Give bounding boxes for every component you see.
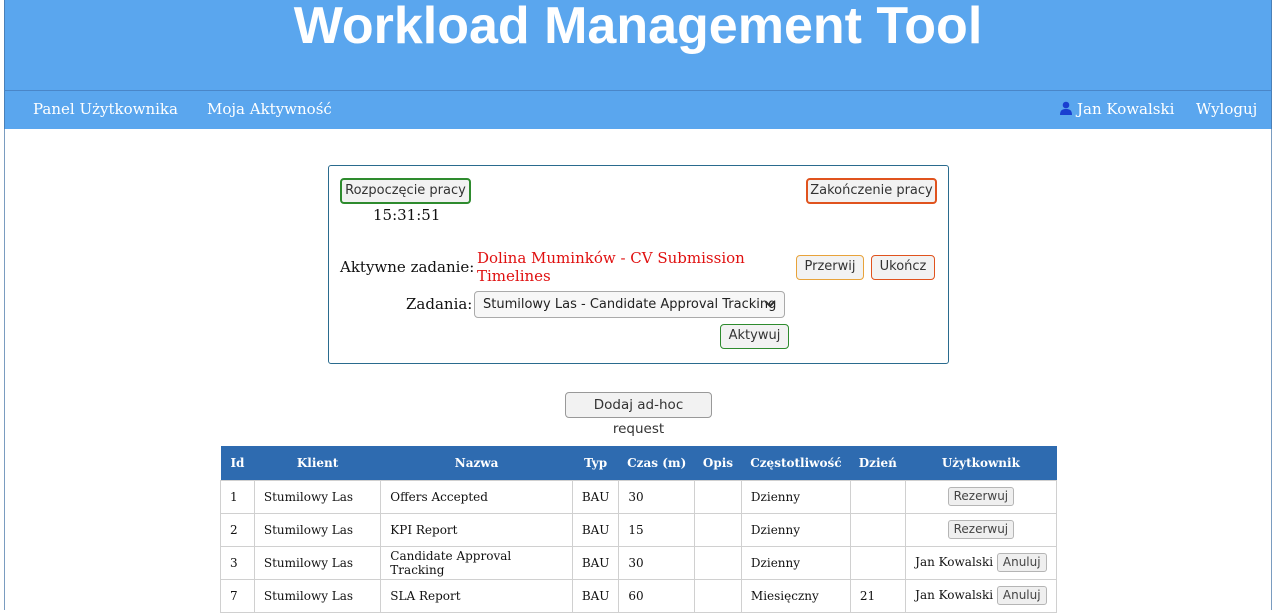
col-header-id: Id <box>220 446 255 480</box>
nav-user[interactable]: Jan Kowalski <box>1059 100 1174 118</box>
cell-user: Rezerwuj <box>904 479 1058 514</box>
cell-client: Stumilowy Las <box>253 578 382 613</box>
logout-link[interactable]: Wyloguj <box>1196 100 1257 118</box>
reserve-button[interactable]: Rezerwuj <box>947 520 1015 539</box>
navbar: Panel Użytkownika Moja Aktywność Jan Kow… <box>4 91 1272 129</box>
cell-id: 3 <box>220 545 255 580</box>
cell-type: BAU <box>571 512 620 547</box>
end-work-button[interactable]: Zakończenie pracy <box>806 178 937 204</box>
table-row: 1 Stumilowy Las Offers Accepted BAU 30 D… <box>220 479 1058 514</box>
cell-type: BAU <box>571 479 620 514</box>
table-row: 7 Stumilowy Las SLA Report BAU 60 Miesię… <box>220 578 1058 613</box>
start-time: 15:31:51 <box>373 206 441 224</box>
tasks-select[interactable]: Stumilowy Las - Candidate Approval Track… <box>474 291 785 318</box>
cell-client: Stumilowy Las <box>253 479 382 514</box>
cell-desc <box>693 512 742 547</box>
nav-panel-uzytkownika[interactable]: Panel Użytkownika <box>33 100 178 118</box>
cell-freq: Dzienny <box>740 512 851 547</box>
cell-freq: Dzienny <box>740 545 851 580</box>
cell-day <box>849 512 906 547</box>
table-row: 2 Stumilowy Las KPI Report BAU 15 Dzienn… <box>220 512 1058 547</box>
cell-client: Stumilowy Las <box>253 512 382 547</box>
activate-button[interactable]: Aktywuj <box>720 324 789 349</box>
col-header-day: Dzień <box>850 446 906 480</box>
add-adhoc-button[interactable]: Dodaj ad-hoc request <box>565 392 712 437</box>
user-name: Jan Kowalski <box>1077 100 1175 118</box>
cell-type: BAU <box>571 545 620 580</box>
col-header-type: Typ <box>572 446 619 480</box>
start-work-button[interactable]: Rozpoczęcie pracy <box>340 178 471 204</box>
col-header-name: Nazwa <box>380 446 573 480</box>
cell-day <box>849 479 906 514</box>
tasks-label: Zadania: <box>406 295 473 313</box>
reserve-button[interactable]: Rezerwuj <box>947 487 1015 506</box>
cell-freq: Dzienny <box>740 479 851 514</box>
active-task-value: Dolina Muminków - CV Submission Timeline… <box>477 249 745 285</box>
col-header-user: Użytkownik <box>905 446 1057 480</box>
user-icon <box>1060 101 1072 115</box>
cell-user-name: Jan Kowalski <box>915 555 994 569</box>
cancel-button[interactable]: Anuluj <box>996 553 1047 572</box>
cell-desc <box>693 578 742 613</box>
cell-time: 30 <box>618 479 695 514</box>
cell-user: Rezerwuj <box>904 512 1058 547</box>
cell-name: SLA Report <box>380 578 573 613</box>
cell-name: KPI Report <box>380 512 573 547</box>
cell-day: 21 <box>849 578 906 613</box>
cell-name: Candidate Approval Tracking <box>380 545 573 580</box>
cell-day <box>849 545 906 580</box>
cell-user: Jan Kowalski Anuluj <box>904 578 1058 613</box>
table-row: 3 Stumilowy Las Candidate Approval Track… <box>220 545 1058 580</box>
cell-type: BAU <box>571 578 620 613</box>
cell-user-name: Jan Kowalski <box>915 588 994 602</box>
chevron-down-icon <box>764 300 776 308</box>
cell-desc <box>693 479 742 514</box>
cell-name: Offers Accepted <box>380 479 573 514</box>
cell-desc <box>693 545 742 580</box>
cell-id: 7 <box>220 578 255 613</box>
col-header-time: Czas (m) <box>618 446 695 480</box>
cell-time: 60 <box>618 578 695 613</box>
pause-button[interactable]: Przerwij <box>796 255 864 280</box>
cell-time: 30 <box>618 545 695 580</box>
finish-button[interactable]: Ukończ <box>871 255 935 280</box>
table-header-row: Id Klient Nazwa Typ Czas (m) Opis Często… <box>220 446 1057 480</box>
nav-moja-aktywnosc[interactable]: Moja Aktywność <box>207 100 332 118</box>
col-header-desc: Opis <box>694 446 742 480</box>
tasks-select-value: Stumilowy Las - Candidate Approval Track… <box>483 297 777 312</box>
cell-id: 1 <box>220 479 255 514</box>
cell-id: 2 <box>220 512 255 547</box>
cell-client: Stumilowy Las <box>253 545 382 580</box>
app-header: Workload Management Tool <box>4 0 1272 91</box>
tasks-table: Id Klient Nazwa Typ Czas (m) Opis Często… <box>220 446 1058 613</box>
col-header-client: Klient <box>254 446 381 480</box>
cell-time: 15 <box>618 512 695 547</box>
cancel-button[interactable]: Anuluj <box>996 586 1047 605</box>
col-header-freq: Częstotliwość <box>741 446 851 480</box>
app-title: Workload Management Tool <box>293 0 983 55</box>
cell-user: Jan Kowalski Anuluj <box>904 545 1058 580</box>
cell-freq: Miesięczny <box>740 578 851 613</box>
active-task-label: Aktywne zadanie: <box>340 258 475 276</box>
